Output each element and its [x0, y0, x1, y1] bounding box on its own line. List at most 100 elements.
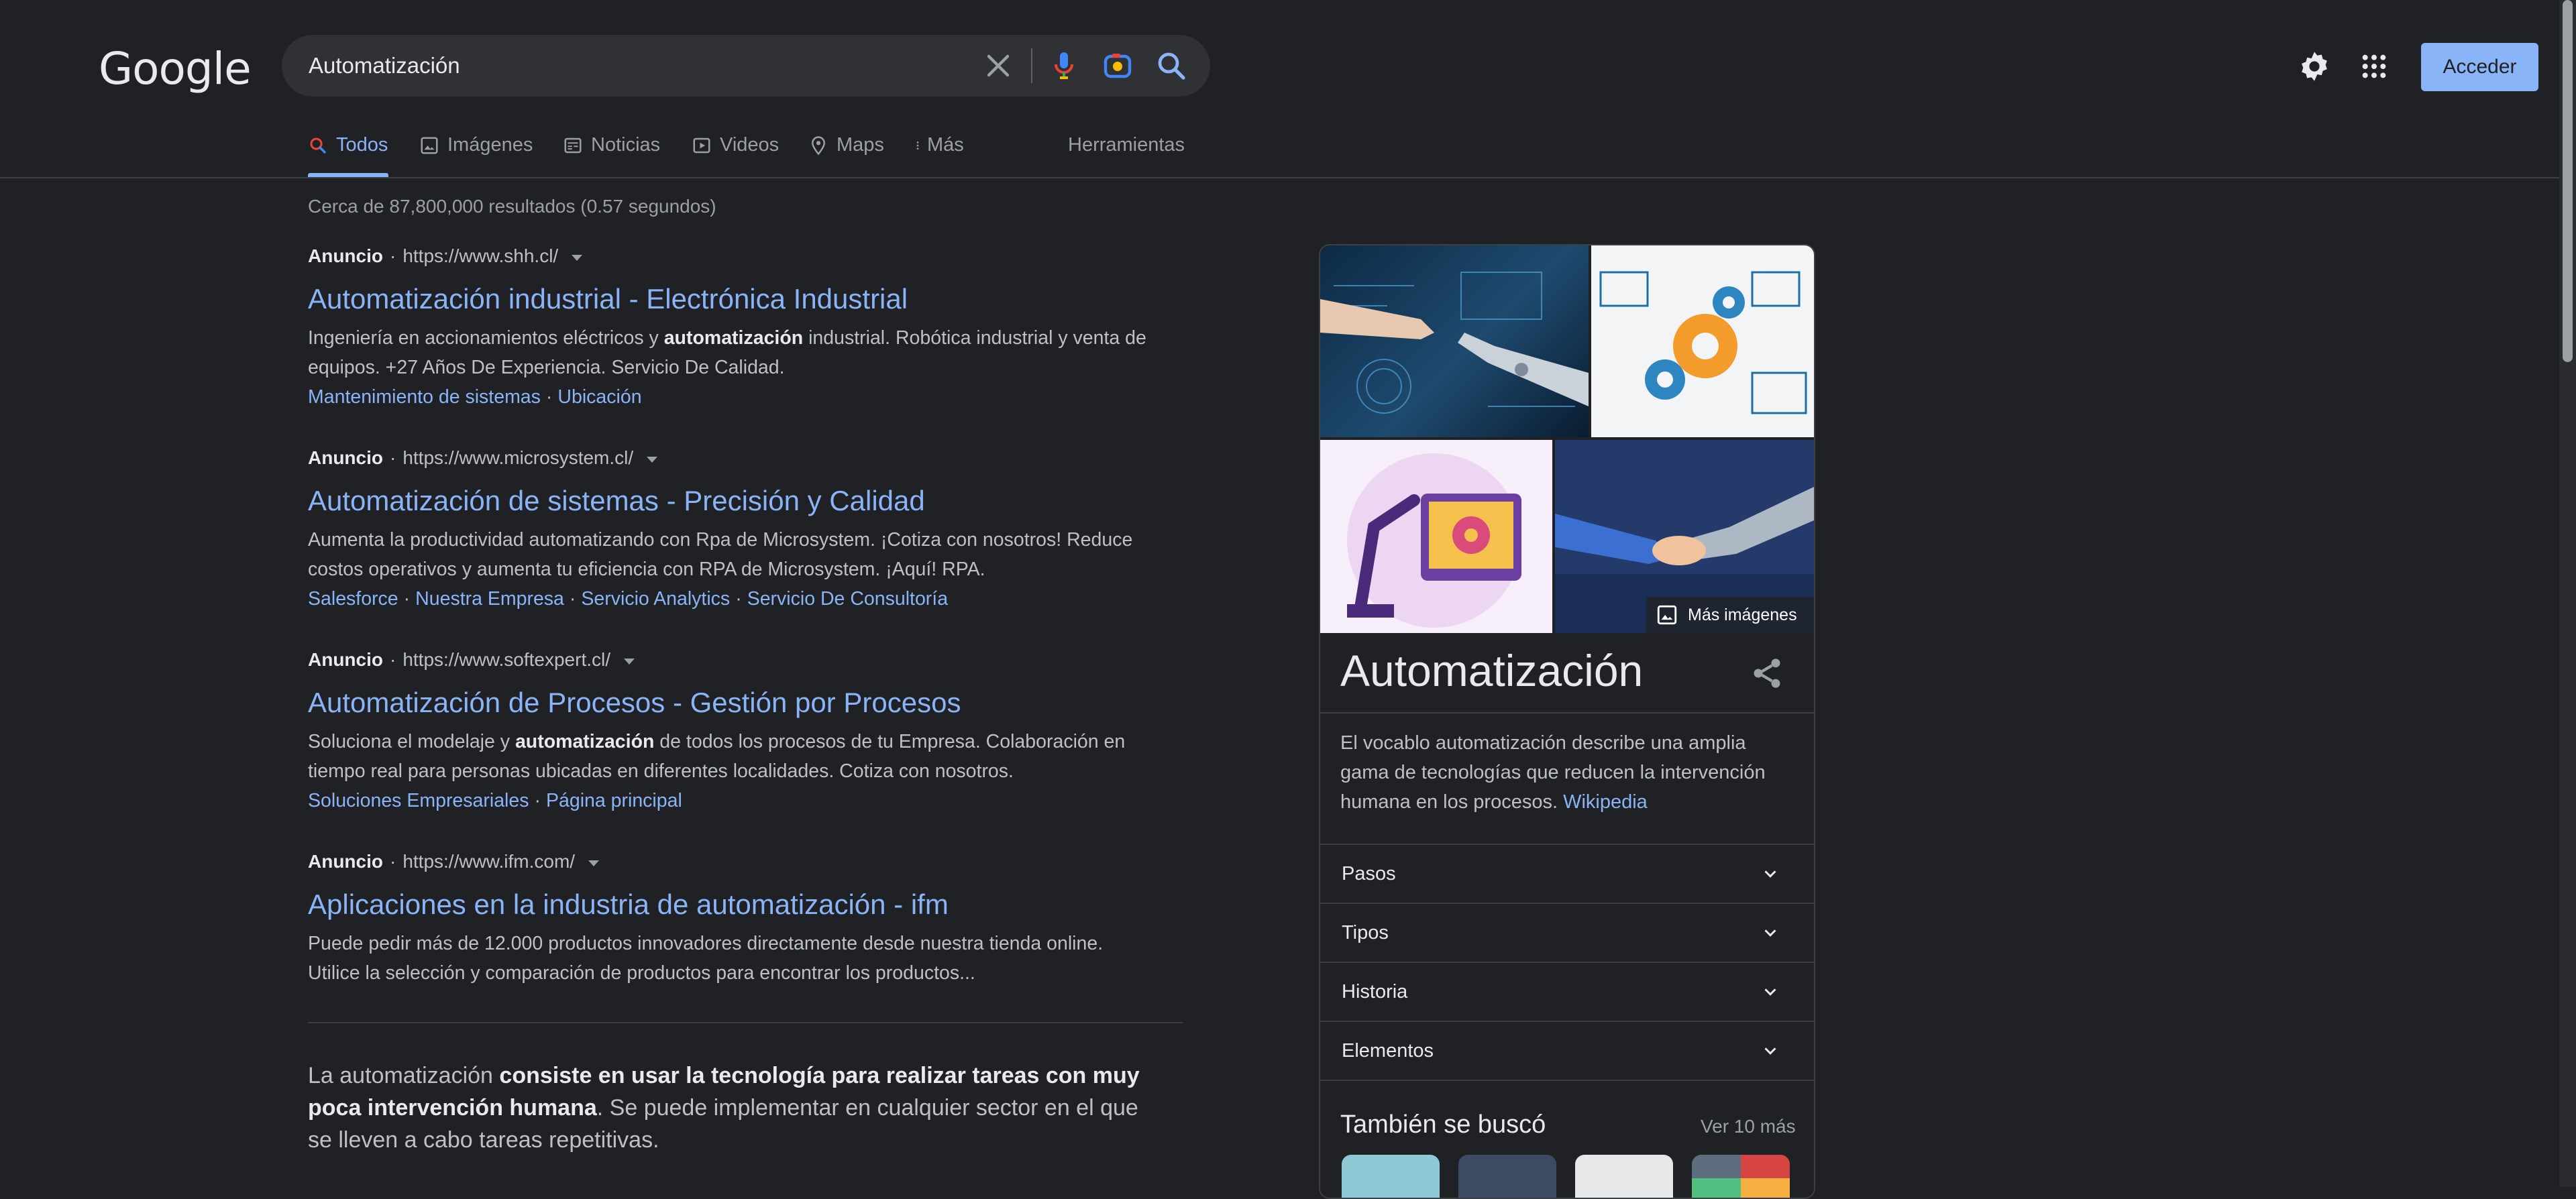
ad-title-link[interactable]: Aplicaciones en la industria de automati… [308, 886, 1180, 923]
kp-description: El vocablo automatización describe una a… [1340, 732, 1766, 813]
search-input[interactable]: Automatización [309, 35, 460, 97]
tab-label: Noticias [591, 134, 661, 156]
results-divider [308, 1022, 1183, 1023]
chevron-down-icon [1764, 929, 1776, 937]
accordion-label: Tipos [1342, 922, 1389, 944]
ad-description: Aumenta la productividad automatizando c… [308, 529, 1133, 580]
chevron-down-icon [1764, 1047, 1776, 1055]
related-thumbnail[interactable] [1575, 1155, 1673, 1198]
tab-label: Más [927, 134, 964, 156]
tab-maps[interactable]: Maps [808, 134, 884, 156]
search-box[interactable]: Automatización [282, 35, 1210, 97]
ad-tag: Anuncio [308, 447, 383, 468]
see-more-link[interactable]: Ver 10 más [1701, 1116, 1796, 1137]
caret-down-icon[interactable] [624, 658, 635, 665]
ad-title-link[interactable]: Automatización de Procesos - Gestión por… [308, 684, 1180, 722]
image-icon [1657, 605, 1677, 625]
sitelink[interactable]: Servicio Analytics [581, 588, 730, 610]
sitelink[interactable]: Ubicación [557, 386, 641, 408]
kp-image[interactable] [1591, 245, 1814, 437]
more-images-label: Más imágenes [1688, 605, 1797, 624]
tab-more[interactable]: Más [912, 134, 964, 156]
ad-result: Anuncio · https://www.shh.cl/ Automatizaci… [308, 245, 1180, 412]
result-stats: Cerca de 87,800,000 resultados (0.57 seg… [308, 196, 716, 217]
search-divider [1031, 48, 1032, 83]
ad-url[interactable]: https://www.microsystem.cl/ [402, 447, 633, 469]
settings-icon[interactable] [2297, 49, 2332, 84]
kp-image[interactable]: Más imágenes [1555, 440, 1814, 633]
chevron-down-icon [1764, 870, 1776, 878]
sitelink[interactable]: Servicio De Consultoría [747, 588, 948, 610]
ad-result: Anuncio · https://www.microsystem.cl/ Auto… [308, 447, 1180, 614]
tab-news[interactable]: Noticias [563, 134, 660, 156]
tab-label: Maps [837, 134, 884, 156]
ad-url[interactable]: https://www.softexpert.cl/ [402, 649, 610, 671]
caret-down-icon[interactable] [647, 456, 658, 463]
chevron-down-icon [1764, 988, 1776, 996]
ad-description: Ingeniería en accionamientos eléctricos … [308, 327, 1146, 378]
accordion-label: Historia [1342, 981, 1408, 1003]
ad-url[interactable]: https://www.shh.cl/ [402, 245, 558, 267]
accordion-elementos[interactable]: Elementos [1320, 1022, 1814, 1080]
sitelink[interactable]: Salesforce [308, 588, 398, 610]
related-thumbnail[interactable] [1458, 1155, 1556, 1198]
accordion-pasos[interactable]: Pasos [1320, 845, 1814, 903]
accordion-label: Elementos [1342, 1040, 1434, 1062]
ad-title-link[interactable]: Automatización de sistemas - Precisión y… [308, 482, 1180, 520]
signin-button[interactable]: Acceder [2421, 43, 2538, 91]
tab-all[interactable]: Todos [308, 134, 388, 156]
image-icon [421, 137, 438, 154]
tab-tools[interactable]: Herramientas [1068, 134, 1185, 156]
also-searched-title: También se buscó [1340, 1110, 1546, 1139]
news-icon [564, 137, 582, 153]
tab-label: Todos [336, 134, 388, 156]
kp-divider [1320, 1080, 1814, 1081]
accordion-historia[interactable]: Historia [1320, 963, 1814, 1021]
mic-icon[interactable] [1048, 50, 1080, 82]
more-vert-icon [916, 141, 919, 150]
ad-tag: Anuncio [308, 851, 383, 872]
search-icon [310, 137, 326, 154]
ad-result: Anuncio · https://www.softexpert.cl/ Autom… [308, 649, 1180, 815]
sitelink[interactable]: Soluciones Empresariales [308, 790, 529, 811]
ad-title-link[interactable]: Automatización industrial - Electrónica … [308, 280, 1180, 318]
lens-icon[interactable] [1102, 50, 1134, 82]
ad-description: Soluciona el modelaje y automatización d… [308, 731, 1126, 782]
ad-result: Anuncio · https://www.ifm.com/ Aplicacione… [308, 851, 1180, 988]
kp-image[interactable] [1320, 440, 1552, 633]
more-images-button[interactable]: Más imágenes [1646, 597, 1814, 633]
ad-url[interactable]: https://www.ifm.com/ [402, 851, 575, 872]
clear-icon[interactable] [982, 50, 1014, 82]
search-icon[interactable] [1155, 50, 1187, 82]
ad-description: Puede pedir más de 12.000 productos inno… [308, 933, 1104, 984]
tab-images[interactable]: Imágenes [419, 134, 533, 156]
ad-tag: Anuncio [308, 245, 383, 266]
accordion-tipos[interactable]: Tipos [1320, 904, 1814, 962]
sitelink[interactable]: Nuestra Empresa [415, 588, 564, 610]
share-icon[interactable] [1750, 656, 1784, 691]
ad-tag: Anuncio [308, 649, 383, 670]
kp-divider [1320, 712, 1814, 713]
caret-down-icon[interactable] [588, 860, 600, 866]
accordion-label: Pasos [1342, 863, 1396, 884]
map-pin-icon [811, 135, 826, 155]
tab-label: Herramientas [1068, 134, 1185, 156]
header-divider [0, 177, 2559, 178]
related-thumbnail[interactable] [1342, 1155, 1440, 1198]
tab-videos[interactable]: Videos [692, 134, 779, 156]
wikipedia-link[interactable]: Wikipedia [1563, 791, 1648, 813]
tab-label: Videos [720, 134, 780, 156]
tab-label: Imágenes [447, 134, 533, 156]
apps-icon[interactable] [2361, 53, 2387, 80]
featured-snippet: La automatización consiste en usar la te… [308, 1063, 1140, 1153]
caret-down-icon[interactable] [572, 254, 583, 261]
google-logo[interactable]: Google [99, 43, 252, 95]
related-thumbnail[interactable] [1692, 1155, 1790, 1198]
kp-title: Automatización [1340, 646, 1644, 695]
sitelink[interactable]: Página principal [546, 790, 682, 811]
video-icon [693, 137, 710, 153]
knowledge-panel: Más imágenes Automatización El vocablo a… [1319, 244, 1815, 1199]
sitelink[interactable]: Mantenimiento de sistemas [308, 386, 541, 408]
kp-image[interactable] [1320, 245, 1589, 437]
scrollbar-thumb[interactable] [2563, 0, 2573, 362]
